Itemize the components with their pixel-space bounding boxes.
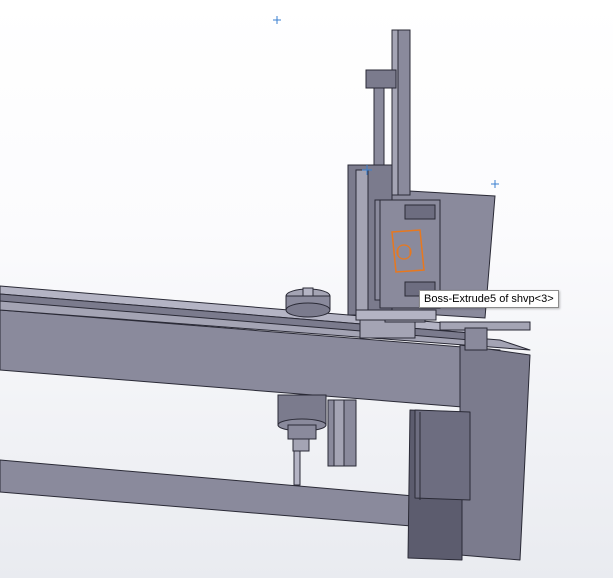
graphics-viewport[interactable]: Boss-Extrude5 of shvp<3> — [0, 0, 613, 578]
z-axis-column[interactable] — [347, 29, 496, 323]
feature-tooltip: Boss-Extrude5 of shvp<3> — [419, 290, 559, 308]
origin-plus-icon — [491, 180, 499, 188]
vertical-slide-lower[interactable] — [327, 399, 357, 467]
origin-plus-icon — [273, 16, 281, 24]
cad-model-view[interactable] — [0, 0, 613, 578]
frame-assembly[interactable] — [0, 299, 531, 561]
frame-bottom-beam[interactable] — [0, 459, 461, 531]
spindle-cap[interactable] — [285, 287, 331, 318]
origin-markers — [273, 16, 499, 188]
frame-inner-leg[interactable] — [414, 409, 471, 501]
drill-spindle[interactable] — [277, 394, 327, 486]
lead-screw-clamp[interactable] — [365, 69, 397, 89]
